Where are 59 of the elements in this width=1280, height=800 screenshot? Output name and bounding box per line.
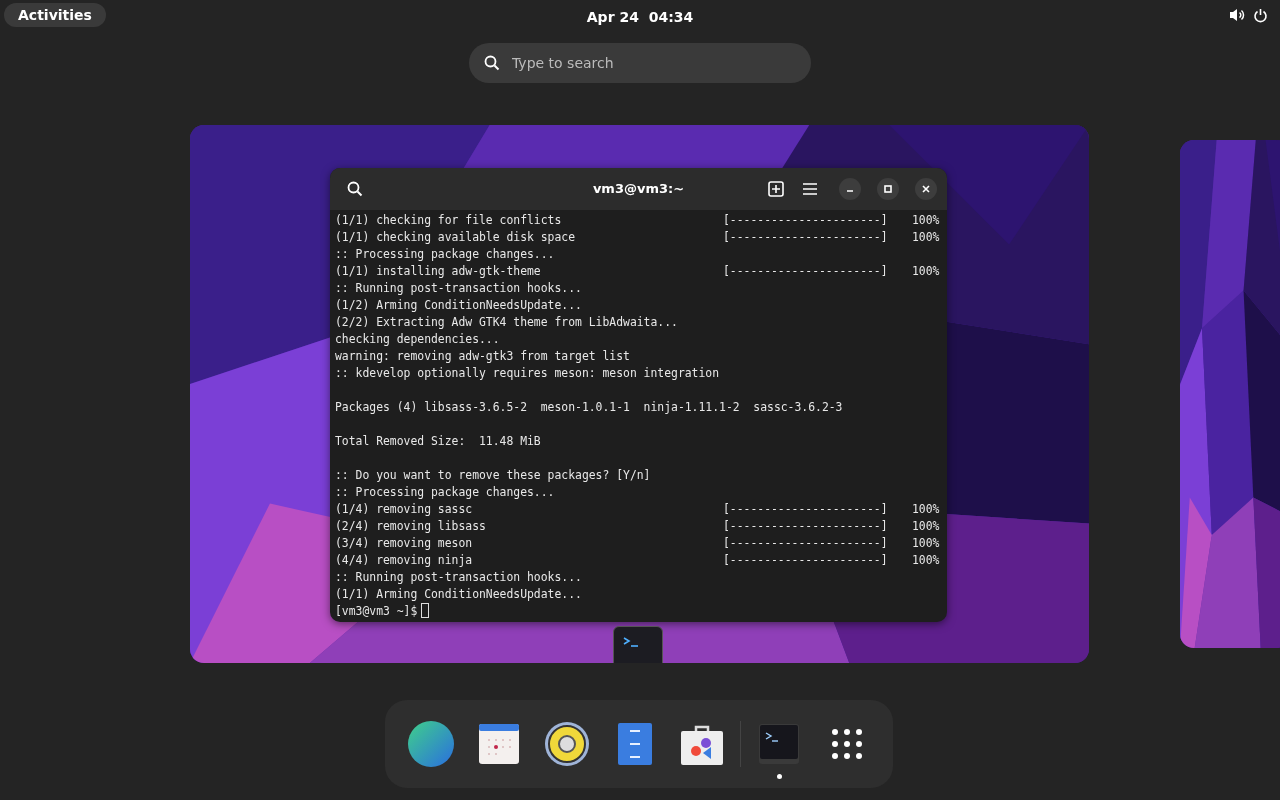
terminal-line: (2/2) Extracting Adw GTK4 theme from LibAdwaita... bbox=[335, 314, 679, 331]
terminal-app-icon bbox=[613, 626, 663, 663]
terminal-line: (1/4) removing sassc bbox=[335, 501, 474, 518]
percent-text: 100% bbox=[912, 229, 940, 246]
calendar-icon[interactable] bbox=[478, 724, 519, 764]
progress-bar-text: [----------------------] bbox=[723, 212, 889, 229]
terminal-line: :: Do you want to remove these packages? [Y/n] bbox=[335, 467, 652, 484]
speaker-icon[interactable] bbox=[543, 721, 590, 767]
file-cabinet-icon[interactable] bbox=[617, 723, 652, 765]
progress-bar-text: [----------------------] bbox=[723, 501, 889, 518]
maximize-icon bbox=[883, 184, 893, 194]
volume-icon[interactable] bbox=[1229, 7, 1245, 22]
search-field[interactable]: Type to search bbox=[469, 43, 811, 83]
terminal-line: warning: removing adw-gtk3 from target list bbox=[335, 348, 631, 365]
percent-text: 100% bbox=[912, 212, 940, 229]
activities-button[interactable]: Activities bbox=[4, 3, 106, 27]
terminal-line: :: Processing package changes... bbox=[335, 484, 556, 501]
progress-bar-text: [----------------------] bbox=[723, 535, 889, 552]
terminal-window[interactable] bbox=[330, 168, 947, 622]
shell-prompt: [vm3@vm3 ~]$ bbox=[335, 603, 418, 620]
terminal-line: (2/4) removing libsass bbox=[335, 518, 487, 535]
close-button[interactable] bbox=[915, 178, 937, 200]
globe-icon[interactable] bbox=[407, 721, 454, 767]
percent-text: 100% bbox=[912, 263, 940, 280]
terminal-line: (1/1) checking available disk space bbox=[335, 229, 577, 246]
app-grid-icon[interactable] bbox=[831, 728, 864, 760]
percent-text: 100% bbox=[912, 535, 940, 552]
cursor bbox=[421, 603, 430, 618]
terminal-line: :: Processing package changes... bbox=[335, 246, 556, 263]
power-icon[interactable] bbox=[1253, 7, 1268, 23]
search-icon bbox=[484, 55, 500, 71]
percent-text: 100% bbox=[912, 552, 940, 569]
terminal-line: :: Running post-transaction hooks... bbox=[335, 569, 583, 586]
progress-bar-text: [----------------------] bbox=[723, 518, 889, 535]
terminal-line: Packages (4) libsass-3.6.5-2 meson-1.0.1-1 ninja-1.11.1-2 sassc-3.6.2-3 bbox=[335, 399, 843, 416]
terminal-line: (1/1) checking for file conflicts bbox=[335, 212, 563, 229]
window-title: vm3@vm3:~ bbox=[592, 180, 685, 199]
percent-text: 100% bbox=[912, 501, 940, 518]
terminal-line: (1/1) Arming ConditionNeedsUpdate... bbox=[335, 586, 583, 603]
plus-icon bbox=[768, 181, 784, 197]
terminal-line: :: kdevelop optionally requires meson: meson integration bbox=[335, 365, 721, 382]
progress-bar-text: [----------------------] bbox=[723, 552, 889, 569]
percent-text: 100% bbox=[912, 518, 940, 535]
close-icon bbox=[921, 184, 931, 194]
terminal-line: Total Removed Size: 11.48 MiB bbox=[335, 433, 542, 450]
terminal-line: :: Running post-transaction hooks... bbox=[335, 280, 583, 297]
terminal-line: (1/2) Arming ConditionNeedsUpdate... bbox=[335, 297, 583, 314]
menu-icon bbox=[802, 182, 818, 196]
terminal-line: (4/4) removing ninja bbox=[335, 552, 474, 569]
progress-bar-text: [----------------------] bbox=[723, 263, 889, 280]
terminal-line: checking dependencies... bbox=[335, 331, 501, 348]
maximize-button[interactable] bbox=[877, 178, 899, 200]
progress-bar-text: [----------------------] bbox=[723, 229, 889, 246]
clock[interactable]: Apr 24 04:34 bbox=[586, 7, 694, 28]
minimize-button[interactable] bbox=[839, 178, 861, 200]
search-icon bbox=[347, 181, 363, 197]
shopping-bag-icon[interactable] bbox=[681, 723, 724, 765]
terminal-line: (1/1) installing adw-gtk-theme bbox=[335, 263, 542, 280]
terminal-line: (3/4) removing meson bbox=[335, 535, 474, 552]
